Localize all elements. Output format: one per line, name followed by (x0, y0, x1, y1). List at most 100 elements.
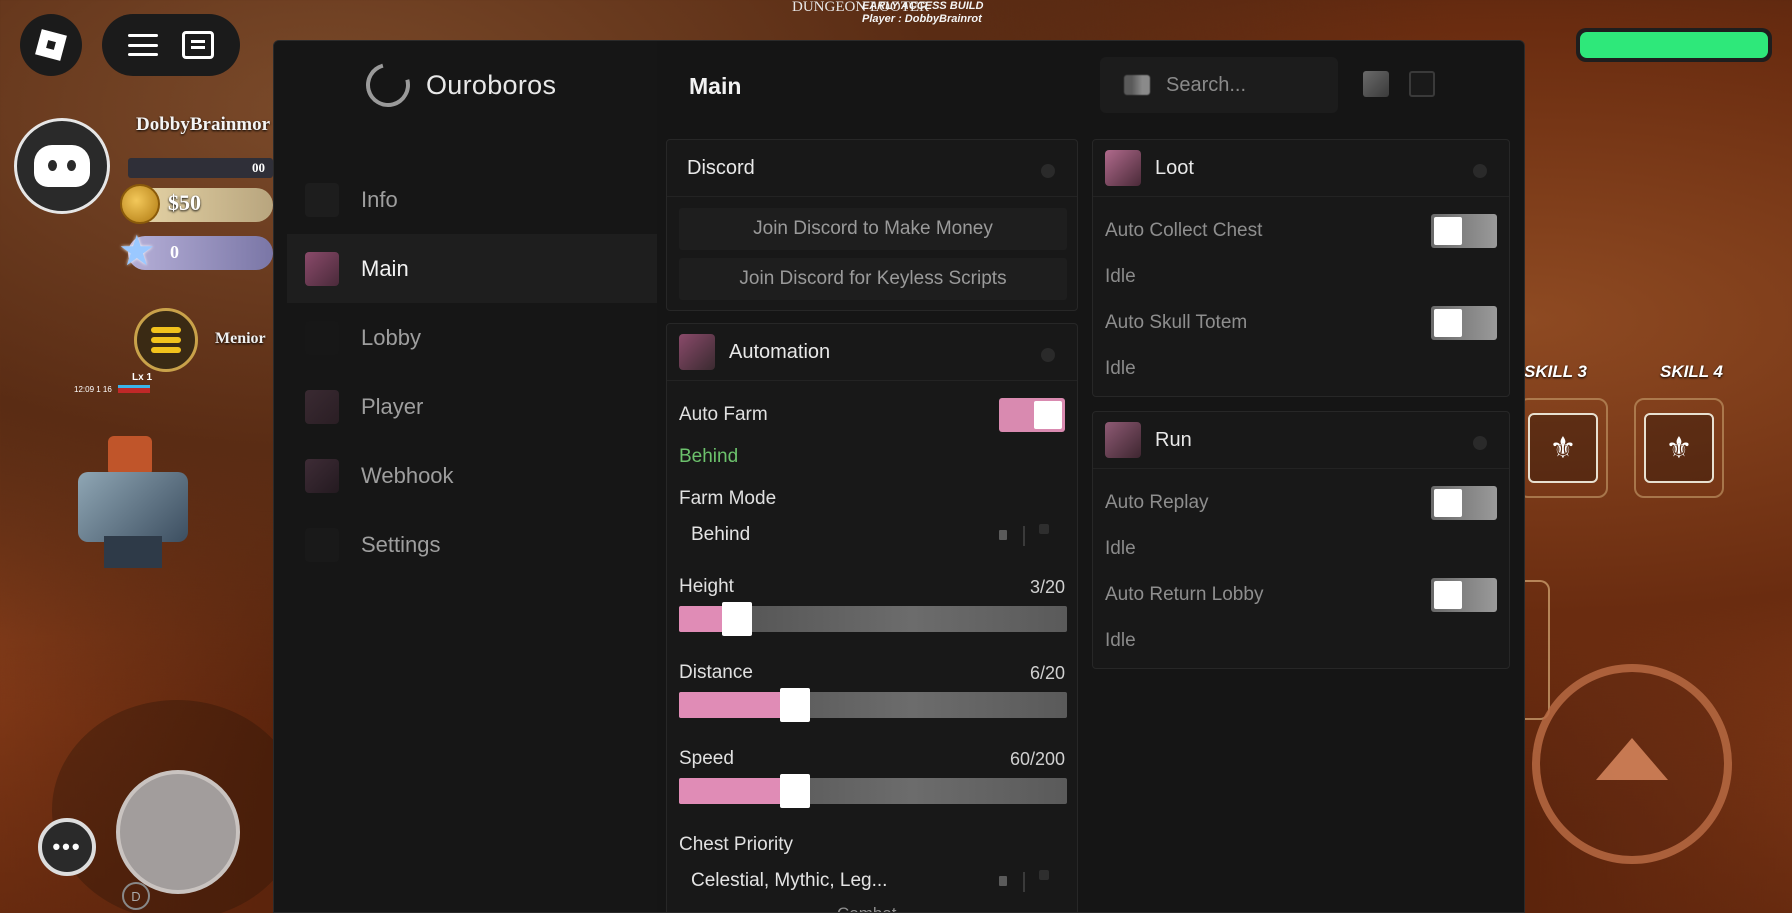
info-icon (305, 182, 339, 217)
roblox-menu-button[interactable] (20, 14, 82, 76)
player-character (58, 436, 208, 568)
search-input[interactable] (1166, 73, 1336, 97)
mini-time: 12:09 1 16 (74, 385, 112, 394)
skill4-label: SKILL 4 (1660, 362, 1723, 381)
sidebar-item-player[interactable]: Player (287, 372, 657, 441)
slider-handle[interactable] (722, 602, 753, 636)
sidebar-item-lobby[interactable]: Lobby (287, 303, 657, 372)
auto-replay-toggle[interactable] (1431, 486, 1497, 520)
sidebar-item-main[interactable]: Main (287, 234, 657, 303)
farm-mode-value: Behind (691, 524, 751, 545)
discord-panel: Discord Join Discord to Make Money Join … (666, 139, 1078, 311)
auto-collect-status: Idle (1105, 266, 1136, 287)
clear-icon[interactable] (1039, 524, 1049, 534)
chat-icon[interactable] (182, 31, 214, 59)
auto-return-lobby-toggle[interactable] (1431, 578, 1497, 612)
skill4-emblem-icon: ⚜ (1644, 413, 1714, 483)
automation-panel-header: Automation (667, 324, 1077, 381)
chevron-down-icon (999, 530, 1007, 540)
sidebar: Ouroboros Info Main Lobby Player Webhook (274, 41, 657, 912)
sidebar-item-info[interactable]: Info (287, 165, 657, 234)
auto-replay-status: Idle (1105, 538, 1136, 559)
hamburger-menu-icon[interactable] (128, 34, 158, 56)
brand: Ouroboros (357, 54, 556, 116)
auto-skull-totem-toggle[interactable] (1431, 306, 1497, 340)
chest-priority-dropdown[interactable]: Celestial, Mythic, Leg... (679, 860, 1067, 902)
run-icon (1105, 422, 1141, 458)
sidebar-item-label: Player (361, 393, 424, 419)
loot-panel-header: Loot (1093, 140, 1509, 197)
automation-panel: Automation Auto Farm Behind Farm Mode Be… (666, 323, 1078, 912)
movement-joystick[interactable] (116, 770, 240, 894)
xp-value: 00 (252, 160, 265, 175)
page-title: Main (689, 73, 742, 99)
height-slider[interactable] (679, 602, 1067, 636)
loot-panel: Loot Auto Collect Chest Idle Auto Skull … (1092, 139, 1510, 397)
loot-panel-title: Loot (1155, 156, 1194, 179)
farm-mode-label: Farm Mode (679, 488, 777, 509)
height-label: Height (679, 576, 734, 597)
loot-icon (1105, 150, 1141, 186)
sidebar-nav: Info Main Lobby Player Webhook Settings (287, 165, 657, 579)
auto-collect-chest-label: Auto Collect Chest (1105, 220, 1263, 241)
join-discord-money-button[interactable]: Join Discord to Make Money (679, 208, 1067, 250)
slider-handle[interactable] (780, 688, 811, 722)
auto-skull-status: Idle (1105, 358, 1136, 379)
discord-icon (34, 145, 90, 187)
ouroboros-window: Ouroboros Info Main Lobby Player Webhook (273, 40, 1525, 913)
speed-value: 60/200 (1009, 749, 1065, 769)
height-value: 3/20 (1029, 577, 1065, 597)
lobby-icon (305, 320, 339, 355)
webhook-icon (305, 458, 339, 493)
chest-priority-label: Chest Priority (679, 834, 794, 855)
run-panel: Run Auto Replay Idle Auto Return Lobby I… (1092, 411, 1510, 669)
sidebar-item-label: Main (361, 255, 409, 281)
run-panel-header: Run (1093, 412, 1509, 469)
farm-mode-dropdown[interactable]: Behind (679, 514, 1067, 556)
sidebar-item-settings[interactable]: Settings (287, 510, 657, 579)
dropdown-divider (1023, 872, 1025, 892)
minimize-icon[interactable] (1363, 71, 1389, 97)
automation-panel-title: Automation (729, 340, 831, 363)
skill3-emblem-icon: ⚜ (1528, 413, 1598, 483)
main-icon (305, 251, 339, 286)
distance-label: Distance (679, 662, 753, 683)
collapse-dot-icon[interactable] (1041, 164, 1055, 178)
d-key-hint: D (122, 882, 150, 910)
mini-health-bar (118, 385, 150, 393)
speed-slider[interactable] (679, 774, 1067, 808)
slider-handle[interactable] (780, 774, 811, 808)
skill3-button[interactable]: ⚜ (1518, 398, 1608, 498)
ouroboros-logo-icon (357, 54, 419, 116)
auto-farm-toggle[interactable] (999, 398, 1065, 432)
top-menu-pill (102, 14, 240, 76)
sidebar-item-webhook[interactable]: Webhook (287, 441, 657, 510)
sidebar-item-label: Settings (361, 531, 441, 557)
search-box (1100, 57, 1338, 113)
distance-slider[interactable] (679, 688, 1067, 722)
maximize-icon[interactable] (1409, 71, 1435, 97)
collapse-dot-icon[interactable] (1041, 348, 1055, 362)
more-options-button[interactable]: ••• (38, 818, 96, 876)
jump-button[interactable] (1532, 664, 1732, 864)
build-info: EARLY ACCESS BUILD Player : DobbyBrainro… (862, 0, 984, 25)
gem-count: 0 (170, 242, 179, 262)
discord-panel-header: Discord (667, 140, 1077, 197)
auto-return-status: Idle (1105, 630, 1136, 651)
quest-name: Menior (215, 330, 266, 347)
clear-icon[interactable] (1039, 870, 1049, 880)
health-fill (1580, 32, 1768, 58)
distance-value: 6/20 (1029, 663, 1065, 683)
skill3-label: SKILL 3 (1524, 362, 1587, 381)
auto-skull-totem-label: Auto Skull Totem (1105, 312, 1248, 333)
collapse-dot-icon[interactable] (1473, 436, 1487, 450)
discord-button[interactable] (14, 118, 110, 214)
star-icon: ★ (118, 227, 156, 274)
collapse-dot-icon[interactable] (1473, 164, 1487, 178)
skill4-button[interactable]: ⚜ (1634, 398, 1724, 498)
settings-icon (305, 527, 339, 562)
coin-icon (120, 184, 160, 224)
join-discord-keyless-button[interactable]: Join Discord for Keyless Scripts (679, 258, 1067, 300)
auto-collect-chest-toggle[interactable] (1431, 214, 1497, 248)
quest-list-icon[interactable] (134, 308, 198, 372)
